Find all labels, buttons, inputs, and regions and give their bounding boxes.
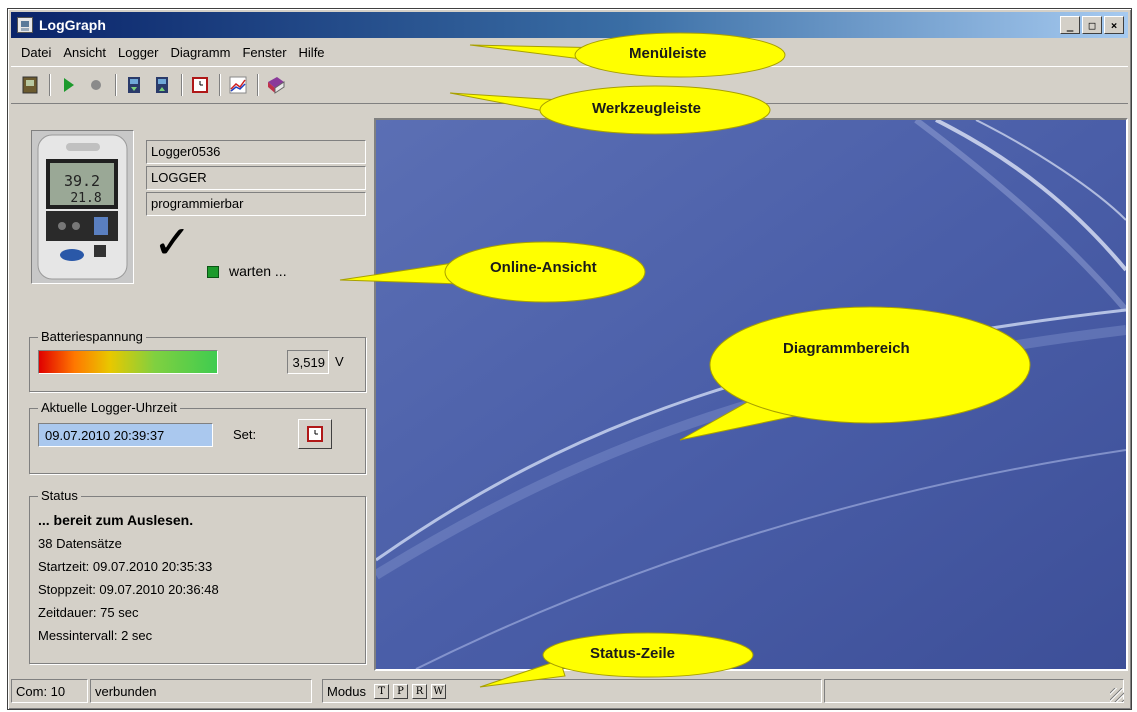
mode-flag-t: T — [374, 683, 390, 699]
menu-fenster[interactable]: Fenster — [236, 43, 292, 62]
status-led-icon — [207, 266, 219, 278]
device-display-bottom: 21.8 — [70, 191, 101, 206]
chart-area[interactable] — [374, 118, 1128, 671]
battery-group: Batteriespannung 3,519 V — [29, 329, 366, 392]
main-window: LogGraph _ □ × Datei Ansicht Logger Diag… — [7, 8, 1132, 710]
menu-bar: Datei Ansicht Logger Diagramm Fenster Hi… — [11, 40, 1128, 64]
menu-hilfe[interactable]: Hilfe — [293, 43, 331, 62]
upload-icon[interactable] — [149, 72, 175, 98]
status-group: Status ... bereit zum Auslesen. 38 Daten… — [29, 488, 366, 664]
left-panel: 39.2 21.8 Logger0536 LOGGER programmierb… — [11, 109, 373, 669]
app-icon — [17, 17, 33, 33]
com-port: Com: 10 — [11, 679, 88, 703]
window-controls: _ □ × — [1060, 16, 1124, 34]
chart-background — [376, 120, 1126, 669]
menu-logger[interactable]: Logger — [112, 43, 164, 62]
book-icon[interactable] — [263, 72, 289, 98]
mode-flag-r: R — [412, 683, 428, 699]
mode-label: Modus — [327, 683, 367, 699]
play-icon[interactable] — [55, 72, 81, 98]
mode-flag-p: P — [393, 683, 409, 699]
mode-indicator: Modus T P R W — [322, 679, 822, 703]
battery-voltage: 3,519 — [287, 350, 329, 374]
toolbar-separator — [49, 74, 51, 96]
resize-grip-icon[interactable] — [1110, 688, 1124, 702]
title-bar[interactable]: LogGraph _ □ × — [11, 12, 1128, 38]
check-icon: ✓ — [153, 215, 192, 269]
toolbar-separator — [181, 74, 183, 96]
menu-ansicht[interactable]: Ansicht — [57, 43, 112, 62]
battery-group-title: Batteriespannung — [38, 329, 146, 344]
toolbar-separator — [257, 74, 259, 96]
logger-device-image: 39.2 21.8 — [31, 130, 134, 284]
callout-chart-label: Diagrammbereich — [783, 340, 910, 357]
status-stop-time: Stoppzeit: 09.07.2010 20:36:48 — [38, 582, 219, 597]
logger-read-icon[interactable] — [17, 72, 43, 98]
logger-time-field[interactable]: 09.07.2010 20:39:37 — [38, 423, 213, 447]
callout-statusline-label: Status-Zeile — [590, 645, 676, 662]
toolbar-separator — [219, 74, 221, 96]
window-title: LogGraph — [39, 17, 106, 33]
clock-set-icon — [307, 426, 323, 442]
device-display-top: 39.2 — [64, 172, 100, 190]
minimize-button[interactable]: _ — [1060, 16, 1080, 34]
status-group-title: Status — [38, 488, 81, 503]
set-label: Set: — [233, 427, 257, 442]
status-headline: ... bereit zum Auslesen. — [38, 512, 194, 528]
clock-set-icon[interactable] — [187, 72, 213, 98]
battery-level-bar — [38, 350, 218, 374]
callout-menubar-label: Menüleiste — [629, 45, 707, 62]
download-icon[interactable] — [121, 72, 147, 98]
status-bar-extra — [824, 679, 1124, 703]
mode-flag-w: W — [431, 683, 447, 699]
toolbar — [11, 66, 1128, 104]
menu-diagramm[interactable]: Diagramm — [164, 43, 236, 62]
logger-type-field: LOGGER — [146, 166, 366, 190]
clock-group-title: Aktuelle Logger-Uhrzeit — [38, 400, 180, 415]
logger-name-field: Logger0536 — [146, 140, 366, 164]
callout-toolbar-label: Werkzeugleiste — [592, 100, 701, 117]
close-button[interactable]: × — [1104, 16, 1124, 34]
clock-group: Aktuelle Logger-Uhrzeit 09.07.2010 20:39… — [29, 400, 366, 474]
maximize-button[interactable]: □ — [1082, 16, 1102, 34]
connection-status: verbunden — [90, 679, 312, 703]
status-records: 38 Datensätze — [38, 536, 122, 551]
voltage-unit: V — [335, 354, 344, 369]
chart-icon[interactable] — [225, 72, 251, 98]
status-duration: Zeitdauer: 75 sec — [38, 605, 139, 620]
status-start-time: Startzeit: 09.07.2010 20:35:33 — [38, 559, 213, 574]
set-time-button[interactable] — [298, 419, 332, 449]
menu-datei[interactable]: Datei — [15, 43, 57, 62]
logger-mode-field: programmierbar — [146, 192, 366, 216]
status-interval: Messintervall: 2 sec — [38, 628, 153, 643]
record-icon[interactable] — [83, 72, 109, 98]
toolbar-separator — [115, 74, 117, 96]
callout-online-label: Online-Ansicht — [490, 259, 597, 276]
online-status: warten ... — [229, 263, 287, 279]
status-bar: Com: 10 verbunden Modus T P R W — [11, 676, 1128, 706]
